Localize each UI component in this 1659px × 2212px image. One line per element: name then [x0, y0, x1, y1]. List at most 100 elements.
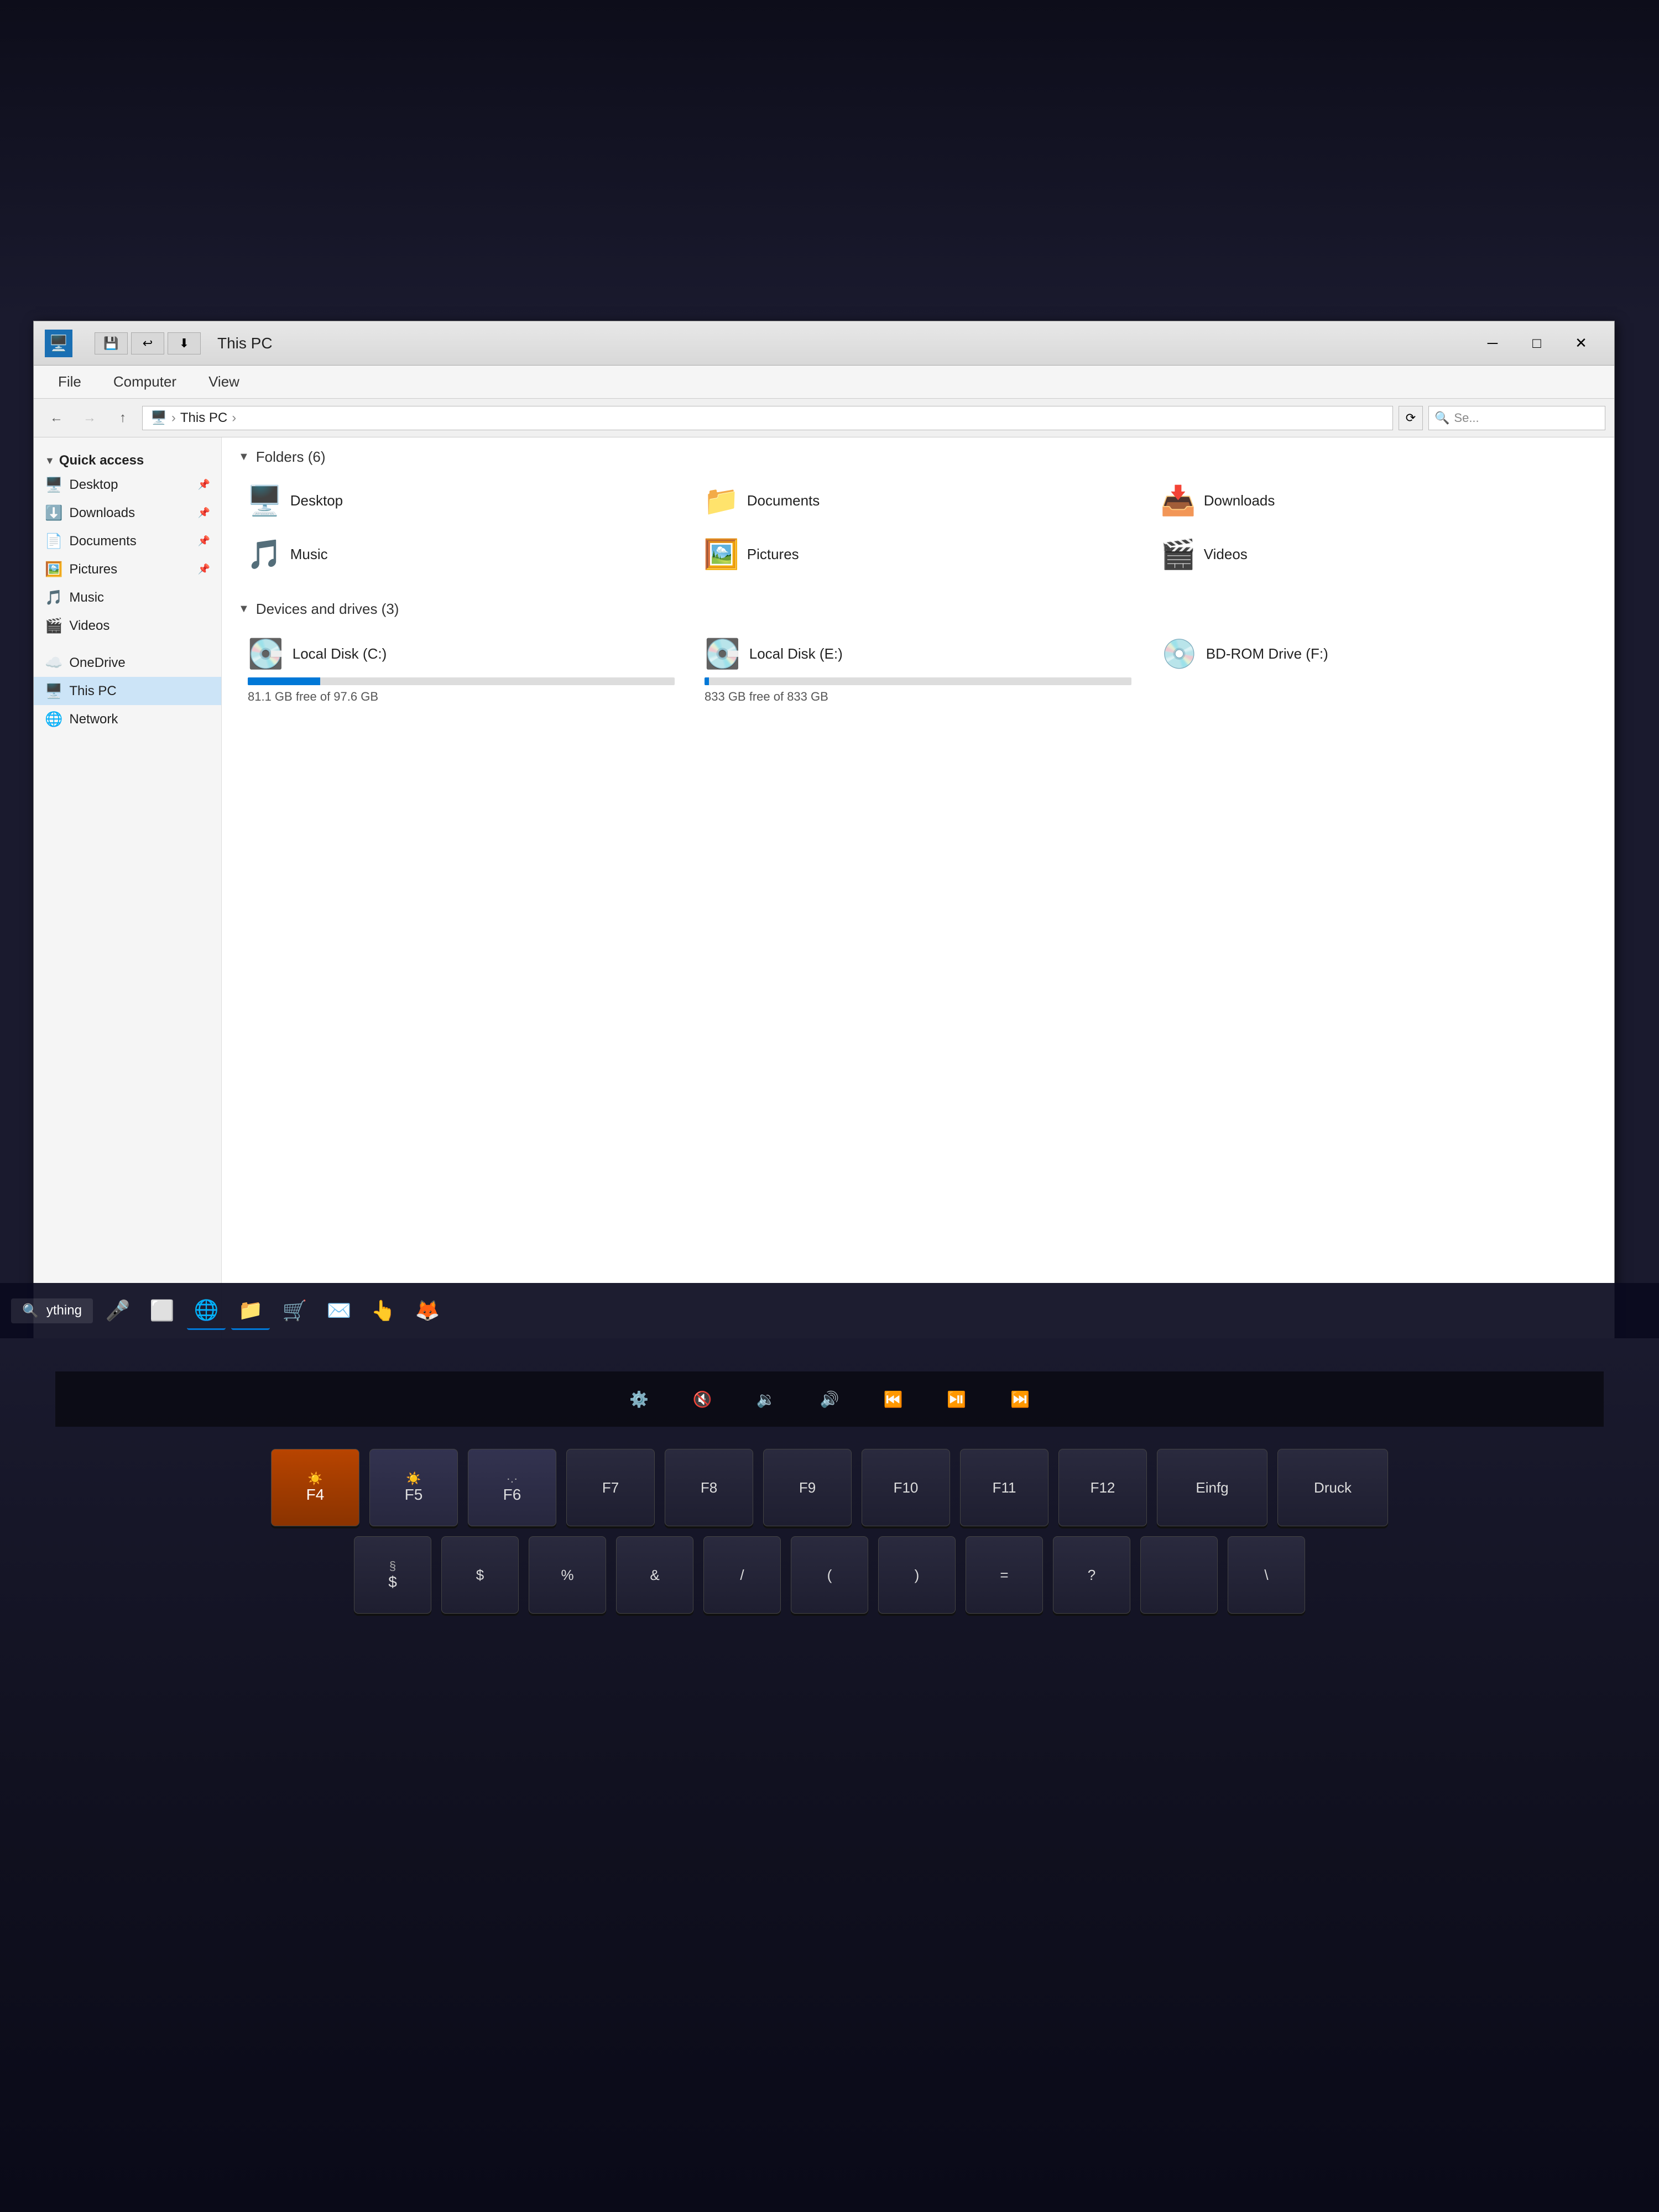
sidebar-label-onedrive: OneDrive [69, 655, 125, 671]
drive-c-name: Local Disk (C:) [293, 645, 387, 662]
downloads-icon: ⬇️ [45, 504, 62, 521]
key-close-paren[interactable]: ) [878, 1536, 956, 1614]
taskbar-mic-btn[interactable]: 🎤 [98, 1291, 137, 1330]
key-slash[interactable]: / [703, 1536, 781, 1614]
folder-item-music[interactable]: 🎵 Music [238, 530, 684, 578]
pin-icon-pictures: 📌 [198, 564, 210, 575]
key-f5[interactable]: ☀️ F5 [369, 1449, 458, 1526]
sidebar-item-downloads[interactable]: ⬇️ Downloads 📌 [34, 499, 221, 527]
taskbar-firefox-btn[interactable]: 🦊 [408, 1291, 447, 1330]
taskbar-mail-btn[interactable]: ✉️ [320, 1291, 358, 1330]
folder-desktop-name: Desktop [290, 492, 343, 509]
kb-vol-down-icon: 🔉 [757, 1390, 776, 1408]
minimize-button[interactable]: ─ [1470, 327, 1515, 360]
properties-btn[interactable]: ⬇ [168, 332, 201, 354]
music-icon: 🎵 [45, 589, 62, 606]
key-f9[interactable]: F9 [763, 1449, 852, 1526]
sidebar-item-onedrive[interactable]: ☁️ OneDrive [34, 649, 221, 677]
folder-music-name: Music [290, 546, 328, 563]
window-icon: 🖥️ [45, 330, 72, 357]
menu-file[interactable]: File [45, 369, 95, 395]
kb-display-play: ⏯️ [947, 1390, 966, 1408]
quick-access-toolbar-btn[interactable]: 💾 [95, 332, 128, 354]
sidebar-item-thispc[interactable]: 🖥️ This PC [34, 677, 221, 705]
folder-item-pictures[interactable]: 🖼️ Pictures [695, 530, 1141, 578]
folder-item-desktop[interactable]: 🖥️ Desktop [238, 477, 684, 525]
pin-icon-documents: 📌 [198, 535, 210, 547]
taskbar-store-btn[interactable]: 🛒 [275, 1291, 314, 1330]
key-f10[interactable]: F10 [862, 1449, 950, 1526]
key-f4[interactable]: ☀️ F4 [271, 1449, 359, 1526]
refresh-button[interactable]: ⟳ [1399, 406, 1423, 430]
window-controls: ─ □ ✕ [1470, 327, 1603, 360]
folder-documents-name: Documents [747, 492, 820, 509]
folders-chevron: ▼ [238, 451, 249, 463]
key-f11[interactable]: F11 [960, 1449, 1048, 1526]
keyboard-display-bar: ⚙️ 🔇 🔉 🔊 ⏮️ ⏯️ ⏭️ [55, 1371, 1604, 1427]
sidebar-item-pictures[interactable]: 🖼️ Pictures 📌 [34, 555, 221, 583]
sidebar-item-documents[interactable]: 📄 Documents 📌 [34, 527, 221, 555]
close-button[interactable]: ✕ [1559, 327, 1603, 360]
main-area: ▼ Quick access 🖥️ Desktop 📌 ⬇️ Downloads… [34, 437, 1614, 1410]
sidebar-item-desktop[interactable]: 🖥️ Desktop 📌 [34, 471, 221, 499]
undo-btn[interactable]: ↩ [131, 332, 164, 354]
menu-bar: File Computer View [34, 366, 1614, 399]
sidebar-label-downloads: Downloads [69, 505, 135, 521]
key-equals[interactable]: = [966, 1536, 1043, 1614]
key-f8[interactable]: F8 [665, 1449, 753, 1526]
kb-display-prev: ⏮️ [883, 1390, 902, 1408]
key-dollar[interactable]: $ [441, 1536, 519, 1614]
key-f7[interactable]: F7 [566, 1449, 655, 1526]
drive-e-name: Local Disk (E:) [749, 645, 843, 662]
drives-section-header[interactable]: ▼ Devices and drives (3) [238, 601, 1598, 618]
taskbar-search[interactable]: 🔍 ything [11, 1298, 93, 1323]
up-button[interactable]: ↑ [109, 406, 137, 430]
keyboard: ☀️ F4 ☀️ F5 ·.· F6 F7 F8 F9 F10 F11 F12 … [55, 1449, 1604, 1624]
folder-item-videos[interactable]: 🎬 Videos [1152, 530, 1598, 578]
kb-display-settings: ⚙️ [629, 1390, 649, 1408]
folder-item-documents[interactable]: 📁 Documents [695, 477, 1141, 525]
key-ampersand[interactable]: & [616, 1536, 693, 1614]
drive-item-e[interactable]: 💽 Local Disk (E:) 833 GB free of 833 GB [695, 629, 1141, 712]
forward-button[interactable]: → [76, 406, 103, 430]
taskbar-edge-btn[interactable]: 🌐 [187, 1291, 226, 1330]
key-misc1[interactable] [1140, 1536, 1218, 1614]
folders-section-header[interactable]: ▼ Folders (6) [238, 448, 1598, 466]
sidebar-label-thispc: This PC [69, 684, 116, 699]
key-percent[interactable]: % [529, 1536, 606, 1614]
taskbar-explorer-btn[interactable]: 📁 [231, 1291, 270, 1330]
key-section[interactable]: § $ [354, 1536, 431, 1614]
drive-item-c[interactable]: 💽 Local Disk (C:) 81.1 GB free of 97.6 G… [238, 629, 684, 712]
key-backslash[interactable]: \ [1228, 1536, 1305, 1614]
onedrive-icon: ☁️ [45, 654, 62, 671]
drive-e-icon: 💽 [705, 637, 740, 671]
menu-view[interactable]: View [195, 369, 253, 395]
sidebar-item-network[interactable]: 🌐 Network [34, 705, 221, 733]
desktop-icon: 🖥️ [45, 476, 62, 493]
sidebar-label-documents: Documents [69, 534, 136, 549]
key-f12[interactable]: F12 [1058, 1449, 1147, 1526]
drive-c-progress-bar [248, 677, 320, 685]
sidebar: ▼ Quick access 🖥️ Desktop 📌 ⬇️ Downloads… [34, 437, 222, 1410]
drive-item-f[interactable]: 💿 BD-ROM Drive (F:) [1152, 629, 1598, 712]
key-einfg[interactable]: Einfg [1157, 1449, 1267, 1526]
kb-display-vol-up: 🔊 [820, 1390, 839, 1408]
back-button[interactable]: ← [43, 406, 70, 430]
folder-pictures-name: Pictures [747, 546, 799, 563]
taskbar-taskview-btn[interactable]: ⬜ [143, 1291, 181, 1330]
key-question[interactable]: ? [1053, 1536, 1130, 1614]
kb-display-mute: 🔇 [693, 1390, 712, 1408]
kb-display-vol-down: 🔉 [757, 1390, 776, 1408]
folder-item-downloads[interactable]: 📥 Downloads [1152, 477, 1598, 525]
taskbar-cursor-btn[interactable]: 👆 [364, 1291, 403, 1330]
menu-computer[interactable]: Computer [100, 369, 190, 395]
sidebar-item-music[interactable]: 🎵 Music [34, 583, 221, 612]
maximize-button[interactable]: □ [1515, 327, 1559, 360]
address-path[interactable]: 🖥️ › This PC › [142, 406, 1393, 430]
key-druck[interactable]: Druck [1277, 1449, 1388, 1526]
quick-access-header[interactable]: ▼ Quick access [34, 446, 221, 471]
key-f6[interactable]: ·.· F6 [468, 1449, 556, 1526]
key-open-paren[interactable]: ( [791, 1536, 868, 1614]
search-box[interactable]: 🔍 Se... [1428, 406, 1605, 430]
sidebar-item-videos[interactable]: 🎬 Videos [34, 612, 221, 640]
